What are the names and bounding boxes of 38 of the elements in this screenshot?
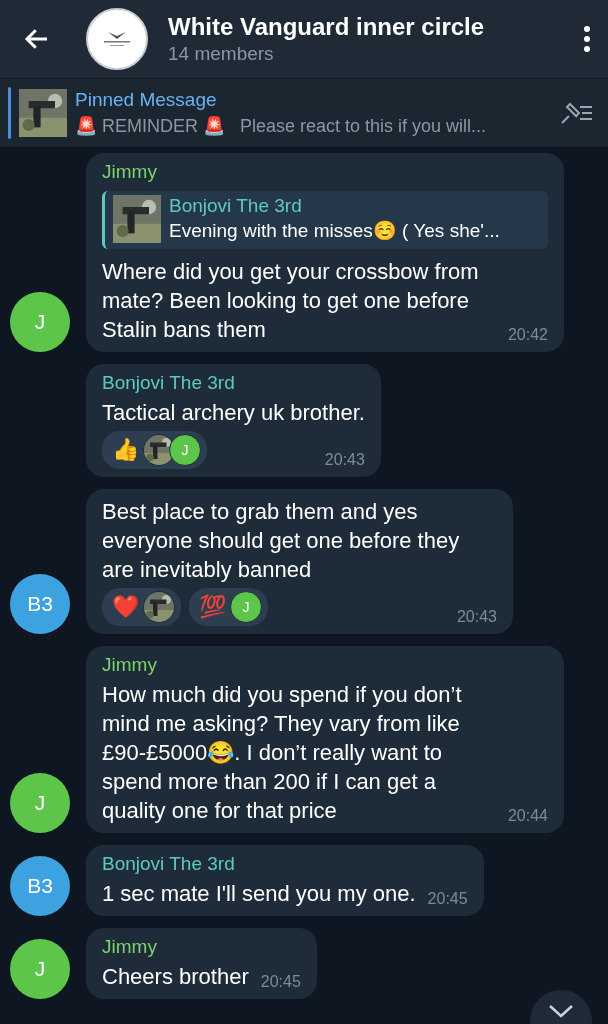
- menu-icon[interactable]: [582, 24, 592, 54]
- reaction-chip[interactable]: 💯 J: [189, 588, 268, 626]
- pinned-text: 🚨 REMINDER 🚨 Please react to this if you will...: [75, 115, 488, 137]
- reaction-chip[interactable]: 👍 J: [102, 431, 207, 469]
- message-time: 20:43: [324, 451, 365, 469]
- message-text: Tactical archery uk brother.: [102, 399, 365, 427]
- sender-name: Bonjovi The 3rd: [102, 853, 236, 875]
- pinned-label: Pinned Message: [75, 89, 218, 111]
- sender-name: Jimmy: [102, 161, 158, 183]
- pinned-message-bar[interactable]: Pinned Message 🚨 REMINDER 🚨 Please react to this if you will...: [0, 78, 608, 147]
- message-time: 20:45: [260, 973, 301, 991]
- reply-quote[interactable]: Bonjovi The 3rd Evening with the misses☺ ( Yes she'...: [102, 191, 548, 249]
- chat-title: White Vanguard inner circle: [168, 13, 486, 41]
- sender-name: Bonjovi The 3rd: [102, 372, 236, 394]
- message-time: 20:43: [456, 608, 497, 626]
- sender-name: Jimmy: [102, 654, 158, 676]
- avatar[interactable]: J: [10, 773, 70, 833]
- reply-sender: Bonjovi The 3rd: [169, 195, 303, 217]
- member-count: 14 members: [168, 43, 275, 65]
- message-text: How much did you spend if you don’t mind me asking? They vary from like £90-£5000😂. I don’t really want to spend more than 200 if I can get a quality one for that price: [102, 681, 463, 825]
- message-time: 20:45: [427, 890, 468, 908]
- message-text: 1 sec mate I'll send you my one.: [102, 880, 416, 908]
- message-text: Best place to grab them and yes everyone should get one before they are inevitably banned: [102, 498, 461, 584]
- sender-name: Jimmy: [102, 936, 158, 958]
- message-text: Cheers brother: [102, 963, 249, 991]
- message-time: 20:42: [507, 326, 548, 344]
- avatar[interactable]: B3: [10, 574, 70, 634]
- avatar: J: [169, 434, 201, 466]
- avatar: J: [230, 591, 262, 623]
- avatar[interactable]: B3: [10, 856, 70, 916]
- avatar[interactable]: J: [10, 939, 70, 999]
- reply-text: Evening with the misses☺ ( Yes she'...: [169, 219, 500, 242]
- chevron-down-icon: [548, 1004, 574, 1018]
- avatar[interactable]: J: [10, 292, 70, 352]
- message-time: 20:44: [507, 807, 548, 825]
- message-text: Where did you get your crossbow from mate? Been looking to get one before Stalin bans them: [102, 258, 480, 344]
- group-logo-icon[interactable]: [86, 8, 148, 70]
- reaction-chip[interactable]: ❤: [102, 588, 181, 626]
